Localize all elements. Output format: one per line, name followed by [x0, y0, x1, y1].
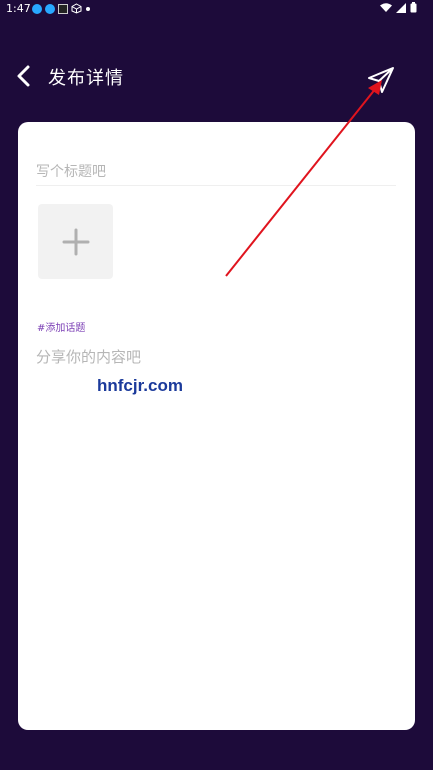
- battery-icon: [410, 2, 417, 13]
- back-button[interactable]: [12, 62, 38, 90]
- notification-app-icon: [58, 3, 68, 14]
- page-title: 发布详情: [48, 68, 124, 89]
- title-input[interactable]: [36, 158, 396, 186]
- post-editor-card: #添加话题 hnfcjr.com: [18, 122, 415, 730]
- status-system-icons: [380, 2, 417, 13]
- add-topic-link[interactable]: #添加话题: [37, 319, 85, 334]
- content-input[interactable]: [36, 346, 396, 706]
- chevron-left-icon: [17, 65, 30, 87]
- signal-icon: [396, 2, 406, 13]
- header: 发布详情: [0, 56, 433, 96]
- title-divider: [36, 185, 396, 186]
- notification-app-icon: [32, 3, 42, 14]
- watermark-text: hnfcjr.com: [97, 376, 183, 395]
- paper-plane-icon: [368, 67, 394, 93]
- more-notifications-dot-icon: [86, 6, 90, 11]
- plus-icon: [62, 228, 89, 255]
- status-bar: 1:47: [0, 0, 433, 20]
- add-image-button[interactable]: [38, 204, 113, 279]
- status-notification-icons: [32, 3, 91, 14]
- notification-app-icon: [45, 3, 55, 14]
- cube-icon: [71, 3, 82, 14]
- wifi-icon: [380, 2, 392, 12]
- send-button[interactable]: [367, 66, 395, 94]
- status-time: 1:47: [6, 2, 31, 15]
